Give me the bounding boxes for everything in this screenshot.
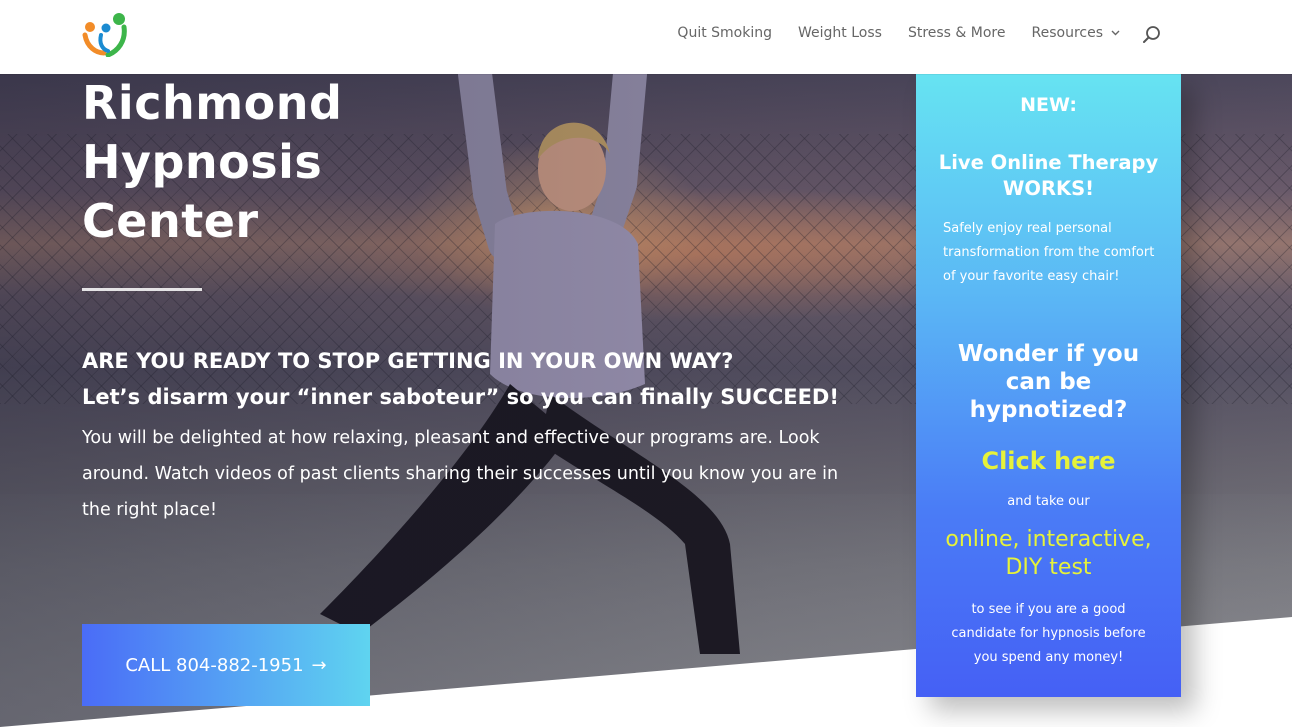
- promo-wonder-heading: Wonder if you can be hypnotized?: [957, 341, 1140, 423]
- page-title: Richmond Hypnosis Center: [82, 74, 502, 251]
- promo-description: Safely enjoy real personal transformatio…: [943, 221, 1155, 284]
- title-divider: [82, 288, 202, 291]
- hero-subhead: Let’s disarm your “inner saboteur” so yo…: [82, 385, 839, 409]
- promo-click-here-link[interactable]: Click here: [916, 447, 1181, 475]
- hero-body-text: You will be delighted at how relaxing, p…: [82, 428, 839, 520]
- promo-take-our-text: and take our: [1007, 494, 1090, 509]
- search-icon[interactable]: [1141, 24, 1163, 46]
- nav-item-stress-more[interactable]: Stress & More: [908, 25, 1006, 41]
- arrow-right-icon: →: [311, 654, 327, 676]
- call-button[interactable]: CALL 804-882-1951 →: [82, 624, 370, 706]
- nav-item-resources-label: Resources: [1031, 25, 1104, 41]
- chevron-down-icon: [1111, 28, 1120, 39]
- promo-online-test-link[interactable]: online, interactive, DIY test: [930, 526, 1167, 582]
- title-line-2: Hypnosis: [82, 135, 323, 189]
- nav-item-quit-smoking[interactable]: Quit Smoking: [677, 25, 772, 41]
- promo-new-label: NEW:: [1020, 94, 1077, 116]
- promo-live-online-heading: Live Online Therapy WORKS!: [938, 151, 1159, 200]
- main-nav: Quit Smoking Weight Loss Stress & More R…: [651, 25, 1120, 41]
- site-logo-icon[interactable]: [82, 11, 130, 58]
- site-header: Quit Smoking Weight Loss Stress & More R…: [0, 0, 1292, 74]
- promo-see-if-text: to see if you are a good candidate for h…: [951, 602, 1146, 665]
- nav-item-resources[interactable]: Resources: [1032, 25, 1121, 41]
- promo-panel: NEW: Live Online Therapy WORKS! Safely e…: [916, 74, 1181, 697]
- title-line-3: Center: [82, 194, 259, 248]
- call-button-label: CALL 804-882-1951: [125, 654, 304, 676]
- title-line-1: Richmond: [82, 76, 343, 130]
- hero-headline: ARE YOU READY TO STOP GETTING IN YOUR OW…: [82, 349, 734, 373]
- nav-item-weight-loss[interactable]: Weight Loss: [798, 25, 882, 41]
